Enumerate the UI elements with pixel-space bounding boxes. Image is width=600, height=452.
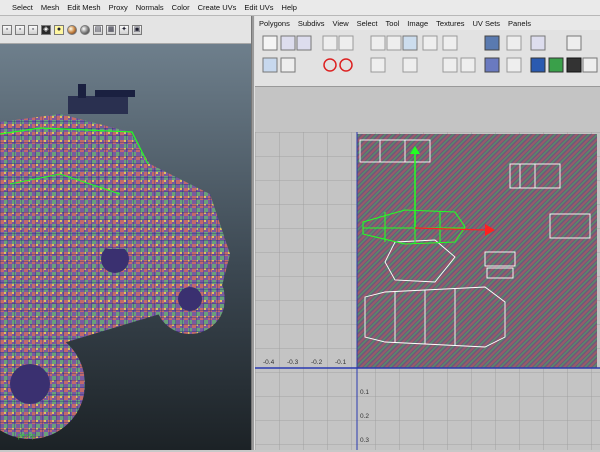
align-icon[interactable] xyxy=(442,35,458,51)
grid-icon[interactable]: ▦ xyxy=(106,24,116,35)
snap-icon[interactable]: ✦ xyxy=(119,24,129,35)
v-axis-label: 0.2 xyxy=(360,413,369,420)
menu-mesh[interactable]: Mesh xyxy=(37,3,63,12)
light-icon[interactable]: ● xyxy=(54,24,64,35)
select-mode-icon[interactable]: ◈ xyxy=(41,24,51,35)
settings-icon[interactable] xyxy=(566,35,582,51)
move-down-icon[interactable] xyxy=(442,57,458,73)
menu-edit-mesh[interactable]: Edit Mesh xyxy=(63,3,104,12)
uv-editor-menubar: Polygons Subdivs View Select Tool Image … xyxy=(255,16,600,30)
uv-menu-panels[interactable]: Panels xyxy=(504,19,535,28)
cut-uv-icon[interactable] xyxy=(370,35,386,51)
vehicle-mesh[interactable] xyxy=(0,44,251,450)
frame-icon[interactable]: ▫ xyxy=(15,24,25,35)
uv-menu-tool[interactable]: Tool xyxy=(382,19,404,28)
menu-create-uvs[interactable]: Create UVs xyxy=(194,3,241,12)
u-axis-label: -0.4 xyxy=(263,359,275,366)
main-menubar: Select Mesh Edit Mesh Proxy Normals Colo… xyxy=(0,0,600,16)
relax-icon[interactable] xyxy=(402,57,418,73)
uv-toolbar-row1 xyxy=(262,35,582,51)
menu-normals[interactable]: Normals xyxy=(132,3,168,12)
color-icon[interactable] xyxy=(548,57,564,73)
uv-menu-polygons[interactable]: Polygons xyxy=(255,19,294,28)
uv-menu-textures[interactable]: Textures xyxy=(432,19,468,28)
menu-proxy[interactable]: Proxy xyxy=(105,3,132,12)
grid-select-icon[interactable] xyxy=(262,57,278,73)
menu-select[interactable]: Select xyxy=(0,3,37,12)
uv-menu-select[interactable]: Select xyxy=(353,19,382,28)
dim-icon[interactable] xyxy=(566,57,582,73)
layout-icon[interactable] xyxy=(422,35,438,51)
u-axis-label: -0.3 xyxy=(287,359,299,366)
u-axis-label: -0.2 xyxy=(311,359,323,366)
v-axis-label: 0.1 xyxy=(360,389,369,396)
uv-grid-view[interactable]: -0.4 -0.3 -0.2 -0.1 0.1 0.2 0.3 xyxy=(255,132,600,450)
rotate-ccw-icon[interactable] xyxy=(323,58,337,72)
uv-menu-subdivs[interactable]: Subdivs xyxy=(294,19,329,28)
sew-uv-icon[interactable] xyxy=(386,35,402,51)
texture-icon[interactable] xyxy=(530,57,546,73)
flip-u-icon[interactable] xyxy=(322,35,338,51)
frame-icon[interactable] xyxy=(280,57,296,73)
v-axis-label: 0.3 xyxy=(360,437,369,444)
snapshot-icon[interactable] xyxy=(484,35,500,51)
uv-menu-uv-sets[interactable]: UV Sets xyxy=(469,19,505,28)
shaded-sphere-icon[interactable] xyxy=(67,24,77,35)
perspective-viewport[interactable]: persp xyxy=(0,44,251,450)
u-axis-label: -0.1 xyxy=(335,359,347,366)
viewport-label: persp xyxy=(18,433,36,440)
grid-select-icon[interactable] xyxy=(262,35,278,51)
uv-texture-tile xyxy=(357,134,597,368)
uv-toolbar-row2 xyxy=(262,57,598,73)
flip-v-icon[interactable] xyxy=(338,35,354,51)
image-icon[interactable] xyxy=(530,35,546,51)
menu-color[interactable]: Color xyxy=(168,3,194,12)
rotate-cw-icon[interactable] xyxy=(339,58,353,72)
menu-help[interactable]: Help xyxy=(278,3,301,12)
layout-icon[interactable] xyxy=(506,57,522,73)
unitize-icon[interactable] xyxy=(484,57,500,73)
straighten-icon[interactable] xyxy=(370,57,386,73)
move-up-icon[interactable] xyxy=(460,57,476,73)
move-uv-icon[interactable] xyxy=(280,35,296,51)
checker-icon[interactable] xyxy=(506,35,522,51)
texture-icon[interactable]: ▤ xyxy=(93,24,103,35)
isolate-icon[interactable] xyxy=(582,57,598,73)
uv-editor-toolbar xyxy=(255,30,600,87)
uv-menu-view[interactable]: View xyxy=(329,19,353,28)
uv-menu-image[interactable]: Image xyxy=(403,19,432,28)
uv-texture-editor: Polygons Subdivs View Select Tool Image … xyxy=(255,16,600,450)
viewport-toolbar: ▫ ▫ ▫ ◈ ● ▤ ▦ ✦ ▣ xyxy=(0,16,251,44)
unfold-icon[interactable] xyxy=(402,35,418,51)
frame-icon[interactable]: ▫ xyxy=(2,24,12,35)
frame-icon[interactable]: ▣ xyxy=(132,24,142,35)
camera-icon[interactable] xyxy=(80,24,90,35)
menu-edit-uvs[interactable]: Edit UVs xyxy=(240,3,277,12)
rotate-uv-icon[interactable] xyxy=(296,35,312,51)
frame-icon[interactable]: ▫ xyxy=(28,24,38,35)
